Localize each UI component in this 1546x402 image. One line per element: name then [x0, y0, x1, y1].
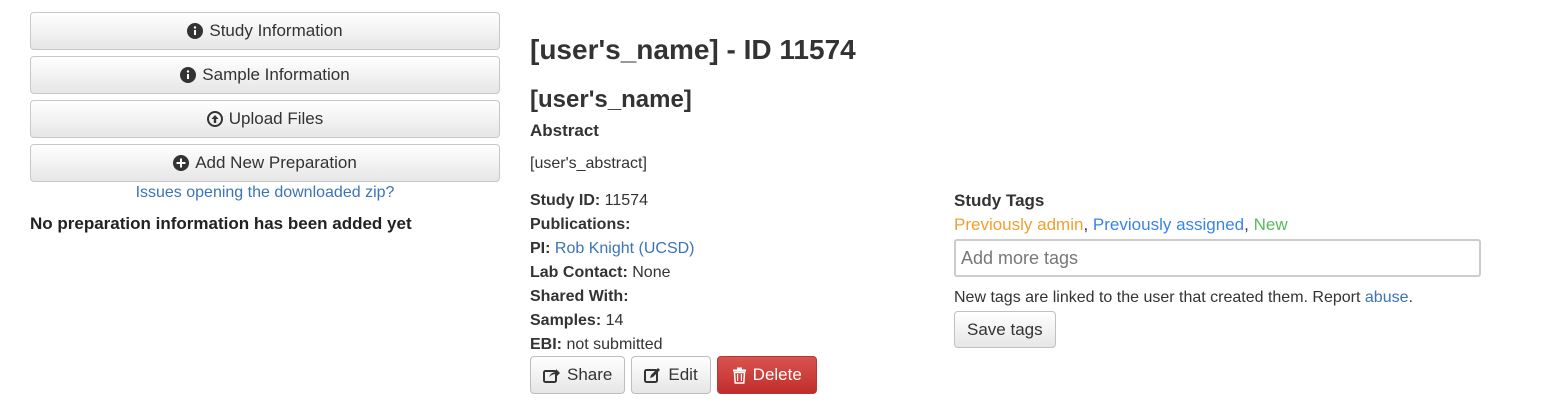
tags-note: New tags are linked to the user that cre… [954, 289, 1413, 306]
tag-previously-admin[interactable]: Previously admin [954, 215, 1083, 234]
save-tags-button[interactable]: Save tags [954, 311, 1056, 348]
study-information-label: Study Information [209, 21, 343, 40]
abstract-heading: Abstract [530, 121, 599, 140]
report-abuse-link[interactable]: abuse [1365, 289, 1409, 306]
lab-contact-row: Lab Contact: None [530, 264, 671, 281]
study-info: Study ID: 11574 Publications: PI: Rob Kn… [530, 189, 930, 357]
upload-files-button[interactable]: Upload Files [30, 100, 500, 138]
tag-new[interactable]: New [1254, 215, 1288, 234]
delete-button[interactable]: Delete [716, 356, 817, 394]
study-actions: Share Edit Delete [530, 356, 817, 394]
sample-information-button[interactable]: Sample Information [30, 56, 500, 94]
study-tags: Study Tags Previously admin, Previously … [954, 191, 1484, 348]
publications-row: Publications: [530, 216, 631, 233]
pi-row: PI: Rob Knight (UCSD) [530, 240, 695, 257]
samples-value: 14 [605, 312, 624, 329]
add-new-preparation-label: Add New Preparation [195, 153, 357, 172]
study-id-value: 11574 [604, 192, 648, 209]
share-icon [543, 367, 561, 383]
tag-list: Previously admin, Previously assigned, N… [954, 215, 1288, 234]
edit-button[interactable]: Edit [631, 356, 711, 394]
delete-label: Delete [752, 365, 802, 384]
study-tags-heading: Study Tags [954, 191, 1045, 210]
info-circle-icon [187, 23, 204, 39]
info-circle-icon [180, 67, 197, 83]
study-information-button[interactable]: Study Information [30, 12, 500, 50]
page-title: [user's_name] - ID 11574 [530, 34, 856, 65]
edit-label: Edit [668, 365, 698, 384]
edit-icon [644, 367, 662, 383]
share-label: Share [567, 365, 613, 384]
shared-with-row: Shared With: [530, 288, 629, 305]
upload-circle-icon [206, 111, 223, 127]
ebi-value: not submitted [566, 336, 663, 353]
lab-contact-value: None [632, 264, 671, 281]
sidebar: Study Information Sample Information Upl… [30, 12, 500, 234]
share-button[interactable]: Share [530, 356, 626, 394]
no-preparation-message: No preparation information has been adde… [30, 214, 412, 233]
study-id-row: Study ID: 11574 [530, 192, 648, 209]
add-tags-input[interactable] [954, 239, 1481, 277]
study-name: [user's_name] [530, 86, 692, 113]
samples-row: Samples: 14 [530, 312, 624, 329]
abstract-text: [user's_abstract] [530, 155, 647, 172]
upload-files-label: Upload Files [228, 109, 324, 128]
add-new-preparation-button[interactable]: Add New Preparation [30, 144, 500, 182]
trash-icon [732, 367, 747, 384]
pi-link[interactable]: Rob Knight (UCSD) [555, 240, 695, 257]
plus-circle-icon [173, 155, 190, 171]
sample-information-label: Sample Information [202, 65, 350, 84]
zip-help-link[interactable]: Issues opening the downloaded zip? [30, 184, 500, 202]
ebi-row: EBI: not submitted [530, 336, 663, 353]
tag-previously-assigned[interactable]: Previously assigned [1093, 215, 1244, 234]
